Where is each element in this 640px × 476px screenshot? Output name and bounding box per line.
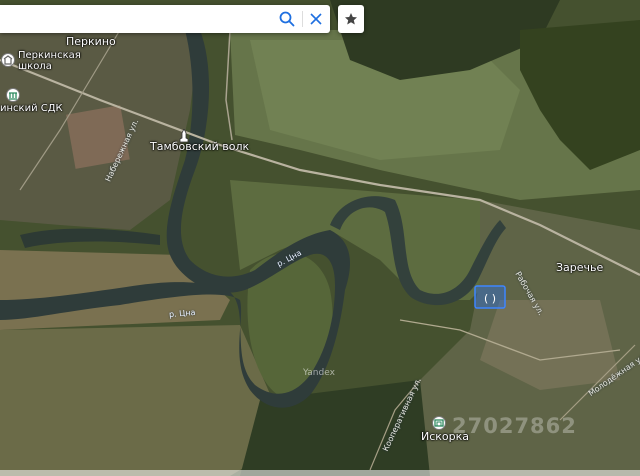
place-label-wolf: Тамбовский волк [150,140,250,153]
yandex-watermark: Yandex [303,368,335,378]
close-icon[interactable] [308,11,324,27]
camp-poi-icon[interactable] [432,416,446,430]
place-label-school-line1: Перкинская [18,50,81,61]
place-label-perkino: Перкино [66,35,116,48]
svg-text:( ): ( ) [484,292,496,305]
plot-marker[interactable]: ( ) [474,285,506,309]
search-input[interactable] [6,9,270,31]
search-icon[interactable] [279,11,295,27]
place-label-zarechye: Заречье [556,261,604,274]
culture-poi-icon[interactable] [6,88,20,102]
place-label-school-line2: школа [18,61,52,72]
search-separator [302,11,303,27]
listing-number-watermark: 27027862 [452,414,577,438]
bookmark-button[interactable] [338,5,364,33]
attribution-bar [0,470,640,476]
star-icon [345,13,357,25]
school-poi-icon[interactable] [1,53,15,67]
search-bar [0,5,330,33]
satellite-map[interactable]: ( ) [0,0,640,476]
place-label-sdk: инский СДК [0,103,63,114]
